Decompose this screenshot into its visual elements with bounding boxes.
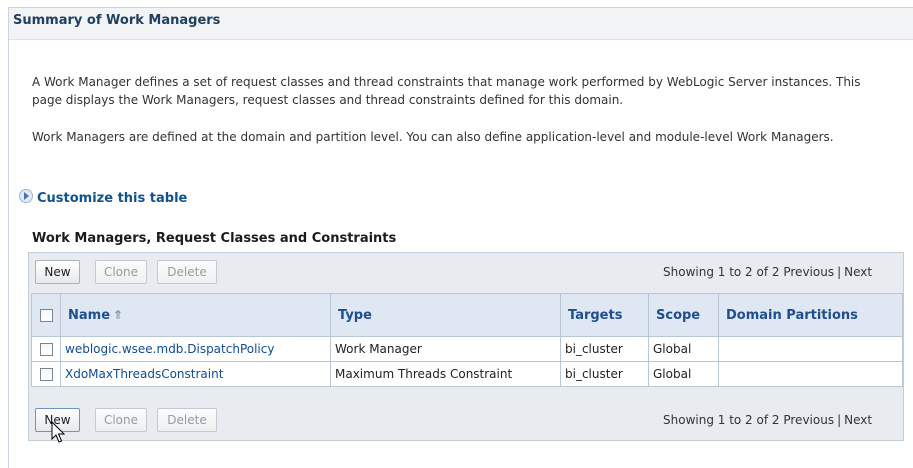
clone-button-top[interactable]: Clone [95,260,147,284]
pager-separator: | [837,265,842,279]
customize-table-label: Customize this table [37,191,188,206]
select-all-checkbox[interactable] [39,308,53,322]
row-select-cell [31,336,61,362]
column-header-name-label: Name [68,307,111,323]
expand-triangle-icon [19,189,33,203]
description-paragraph-1: A Work Manager defines a set of request … [32,75,861,107]
pager-top: Showing 1 to 2 of 2 Previous | Next [663,265,872,279]
column-header-targets[interactable]: Targets [560,293,649,337]
next-link[interactable]: Next [844,413,872,427]
select-all-header [31,293,61,337]
mouse-pointer-icon [51,421,66,443]
column-header-partitions[interactable]: Domain Partitions [718,293,903,337]
delete-button-top[interactable]: Delete [157,260,217,284]
previous-link[interactable]: Previous [783,265,834,279]
row-checkbox[interactable] [39,368,53,381]
delete-button-bottom[interactable]: Delete [157,408,217,432]
work-managers-table: Name ⇑ Type Targets Scope Domain Partitio… [31,293,903,387]
work-manager-link[interactable]: weblogic.wsee.mdb.DispatchPolicy [65,342,274,356]
type-cell: Work Manager [330,336,561,362]
previous-link[interactable]: Previous [783,413,834,427]
pager-status: Showing 1 to 2 of 2 [663,413,780,427]
targets-cell: bi_cluster [560,361,649,387]
page-title: Summary of Work Managers [13,13,221,28]
customize-table-link[interactable]: Customize this table [19,188,187,206]
column-header-scope[interactable]: Scope [648,293,719,337]
new-button-top[interactable]: New [35,260,80,284]
left-border [8,7,9,468]
partitions-cell [718,336,903,362]
sort-ascending-icon[interactable]: ⇑ [113,308,123,322]
table-section-title: Work Managers, Request Classes and Const… [32,231,397,246]
work-manager-link[interactable]: XdoMaxThreadsConstraint [65,367,223,381]
targets-cell: bi_cluster [560,336,649,362]
clone-button-bottom[interactable]: Clone [95,408,147,432]
name-cell: XdoMaxThreadsConstraint [60,361,331,387]
row-select-cell [31,361,61,387]
row-checkbox[interactable] [39,343,53,356]
scope-cell: Global [648,361,719,387]
pager-status: Showing 1 to 2 of 2 [663,265,780,279]
table-row: weblogic.wsee.mdb.DispatchPolicy Work Ma… [31,336,903,362]
pager-bottom: Showing 1 to 2 of 2 Previous | Next [663,413,872,427]
type-cell: Maximum Threads Constraint [330,361,561,387]
next-link[interactable]: Next [844,265,872,279]
partitions-cell [718,361,903,387]
description-paragraph-2: Work Managers are defined at the domain … [32,130,834,144]
column-header-name[interactable]: Name ⇑ [60,293,331,337]
column-header-type[interactable]: Type [330,293,561,337]
pager-separator: | [837,413,842,427]
name-cell: weblogic.wsee.mdb.DispatchPolicy [60,336,331,362]
scope-cell: Global [648,336,719,362]
table-header-row: Name ⇑ Type Targets Scope Domain Partitio… [31,293,903,337]
table-row: XdoMaxThreadsConstraint Maximum Threads … [31,361,903,387]
